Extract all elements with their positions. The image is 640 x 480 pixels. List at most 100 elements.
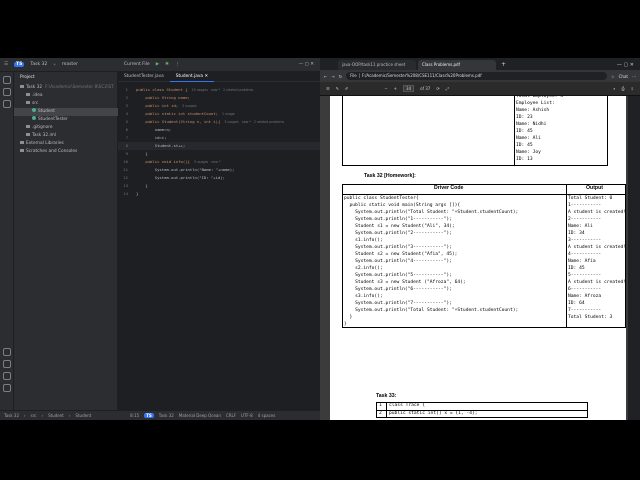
browser-tab-practice[interactable]: java-OOP/task11 practice sheet [338, 60, 416, 70]
project-tree-item[interactable]: Student [14, 108, 118, 116]
project-switcher[interactable]: Task 32 [30, 62, 47, 67]
window-controls[interactable]: — ▢ ✕ [299, 62, 314, 67]
pdf-viewer[interactable]: Total Employee: 4 Employee List: Name: Ash… [320, 96, 640, 420]
line-separator[interactable]: CRLF [226, 413, 236, 418]
file-encoding[interactable]: UTF-8 [241, 413, 253, 418]
project-tree-item[interactable]: Scratches and Consoles [14, 148, 118, 156]
search-icon[interactable]: ⌕ [613, 86, 615, 91]
project-tree-item[interactable]: StudentTester [14, 116, 118, 124]
run-config-selector[interactable]: Current File [124, 62, 150, 67]
vcs-branch-icon: ⑂ [53, 62, 56, 68]
reload-icon[interactable]: ↻ [339, 74, 342, 79]
driver-code-line: Student s3 = new Student ("Afroza", 64); [344, 280, 466, 285]
back-icon[interactable]: ← [324, 74, 327, 79]
rotate-icon[interactable]: ⟳ [436, 86, 439, 91]
close-tab-icon[interactable]: ✕ [204, 74, 208, 79]
pdf-scrollbar[interactable] [628, 96, 640, 420]
more-actions-icon[interactable]: ⋮ [175, 62, 180, 67]
line-number: 9 [125, 151, 128, 156]
caret-position[interactable]: 8:15 [130, 413, 139, 418]
driver-code-line: System.out.println("1-----------"); [344, 217, 452, 222]
problems-tool-icon[interactable] [3, 372, 11, 380]
theme-indicator[interactable]: Material Deep Ocean [179, 413, 221, 418]
code-vision-hint[interactable]: 3 usages [182, 104, 196, 108]
run-icon[interactable]: ▶ [156, 62, 159, 67]
new-tab-icon[interactable]: + [498, 60, 509, 70]
forward-icon[interactable]: → [331, 74, 334, 79]
project-tree-item[interactable]: .idea [14, 92, 118, 100]
browser-tab-pdf[interactable]: Class Problems.pdf [418, 60, 496, 70]
project-tree-item[interactable]: Task 32.iml [14, 132, 118, 140]
code-line[interactable]: 13 } [118, 182, 320, 190]
print-icon[interactable]: ⎙ [621, 86, 624, 91]
code-editor[interactable]: StudentTester.java Student.java ✕ 1 publi… [118, 72, 320, 410]
code-line[interactable]: 10 public void info(){3 usages new * [118, 158, 320, 166]
code-line[interactable]: 5 public Student(String n, int i){3 usag… [118, 118, 320, 126]
profile-chat-button[interactable]: Chat [619, 74, 628, 79]
code-vision-hint[interactable]: 3 usages new * 2 related problems [224, 120, 284, 124]
zoom-in-button[interactable]: + [394, 86, 397, 91]
project-tree-label: .gitignore [32, 125, 53, 130]
fit-page-icon[interactable]: ⤢ [446, 86, 449, 91]
contents-icon[interactable]: ☰ [326, 86, 330, 91]
commit-tool-icon[interactable] [3, 88, 11, 96]
task33-code: public static int[] x = {1, -4}; [389, 411, 478, 416]
browser-menu-icon[interactable]: ⋯ [632, 74, 636, 79]
code-text: public String name; [136, 95, 190, 100]
project-tree-item[interactable]: Task 32 F:\Academic\Semester 8\SC2\ST [14, 84, 118, 92]
zoom-out-button[interactable]: − [384, 86, 387, 91]
output-line: A student is created! [568, 280, 626, 285]
structure-tool-icon[interactable] [3, 100, 11, 108]
editor-tabs: StudentTester.java Student.java ✕ [118, 72, 320, 82]
browser-window-controls[interactable]: — ▢ ✕ [617, 60, 634, 70]
highlight-icon[interactable]: ✐ [345, 86, 348, 91]
prev-output-line: ID: 45 [516, 143, 533, 148]
code-vision-hint[interactable]: 1 usage [222, 112, 235, 116]
code-line[interactable]: 12 System.out.println("ID: "+id); [118, 174, 320, 182]
menu-icon[interactable]: ☰ [4, 62, 8, 67]
code-line[interactable]: 9 } [118, 150, 320, 158]
draw-icon[interactable]: ✎ [336, 86, 339, 91]
breadcrumb-class[interactable]: Student [48, 413, 64, 418]
project-tree-label: Task 32 [26, 85, 43, 90]
code-line[interactable]: 7 id=i; [118, 134, 320, 142]
project-panel-title[interactable]: Project [20, 74, 35, 82]
page-number-input[interactable]: 34 [403, 85, 415, 92]
code-line[interactable]: 14} [118, 190, 320, 198]
code-line[interactable]: 8 Student.st++; [118, 142, 320, 150]
prev-output-line: Name: Ali [516, 136, 541, 141]
project-badge: TS [14, 62, 25, 67]
java-class-icon [32, 108, 36, 113]
save-icon[interactable]: ⇩ [631, 86, 634, 91]
terminal-tool-icon[interactable] [3, 360, 11, 368]
code-line[interactable]: 4 public static int studentCount; 1 usage [118, 110, 320, 118]
breadcrumb-member[interactable]: Student [75, 413, 91, 418]
status-project[interactable]: Task 32 [159, 413, 174, 418]
address-bar[interactable]: File │ F:/Academic/Semester%208/CSE111/C… [346, 72, 608, 80]
code-line[interactable]: 1 public class Student {19 usages new * 2… [118, 86, 320, 94]
code-vision-hint[interactable]: 19 usages new * 2 related problems [192, 88, 254, 92]
code-line[interactable]: 11 System.out.println("Name: "+name); [118, 166, 320, 174]
code-line[interactable]: 3 public int id; 3 usages [118, 102, 320, 110]
run-tool-icon[interactable] [3, 348, 11, 356]
driver-code-line: public static void main(String args []){ [344, 203, 461, 208]
code-vision-hint[interactable]: 3 usages new * [194, 160, 221, 164]
project-tree-item[interactable]: .gitignore [14, 124, 118, 132]
breadcrumb-project[interactable]: Task 32 [4, 413, 19, 418]
branch-switcher[interactable]: master [62, 62, 78, 67]
code-line[interactable]: 6 name=n; [118, 126, 320, 134]
indent-setting[interactable]: 4 spaces [258, 413, 276, 418]
tab-studenttester-java[interactable]: StudentTester.java [118, 72, 170, 82]
line-number: 4 [125, 111, 128, 116]
project-tree-item[interactable]: src [14, 100, 118, 108]
git-tool-icon[interactable] [3, 384, 11, 392]
project-tool-icon[interactable] [3, 76, 11, 84]
code-line[interactable]: 2 public String name; [118, 94, 320, 102]
breadcrumb-src[interactable]: src [31, 413, 37, 418]
output-line: Name: Afia [568, 259, 596, 264]
project-tree-item[interactable]: External Libraries [14, 140, 118, 148]
debug-icon[interactable]: ✱ [165, 62, 169, 67]
bookmark-star-icon[interactable]: ☆ [611, 74, 615, 79]
ide-window: ☰ TS Task 32 ⑂ master Current File ▶ ✱ ⋮… [0, 58, 320, 420]
tab-student-java[interactable]: Student.java ✕ [169, 72, 215, 82]
